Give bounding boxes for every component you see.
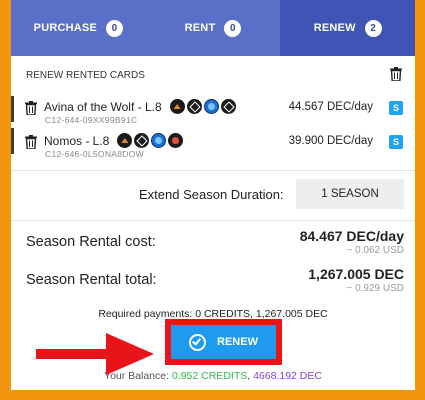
tab-rent-count: 0 — [224, 19, 242, 37]
orange-mark-icon — [117, 133, 133, 148]
card-name: Nomos - L.8 — [44, 133, 185, 148]
tab-renew-label: RENEW — [313, 22, 356, 34]
check-circle-icon — [189, 333, 207, 351]
fire-icon — [168, 133, 184, 148]
card-row: Avina of the Wolf - L.8 C12-644-09XX99B9… — [25, 99, 405, 127]
tab-purchase-label: PURCHASE — [33, 22, 97, 34]
divider — [11, 170, 415, 171]
water-icon — [151, 133, 167, 148]
card-row: Nomos - L.8 C12-646-0L5ONA8DOW 39.900 DE… — [25, 133, 405, 161]
renew-highlight-box: RENEW — [165, 319, 282, 365]
tab-rent-label: RENT — [184, 22, 216, 34]
card-id: C12-644-09XX99B91C — [45, 115, 138, 125]
rental-cost-label: Season Rental cost: — [26, 234, 156, 250]
tab-bar: PURCHASE 0 RENT 0 RENEW 2 — [11, 0, 415, 56]
remove-card-trash-icon[interactable] — [25, 101, 37, 115]
clear-all-trash-icon[interactable] — [390, 67, 402, 81]
card-name-label: Avina of the Wolf - L.8 — [44, 99, 162, 114]
rental-total-label: Season Rental total: — [26, 272, 157, 288]
section-title: RENEW RENTED CARDS — [26, 70, 145, 81]
card-price: 44.567 DEC/day — [288, 101, 373, 113]
extend-season-label: Extend Season Duration: — [139, 187, 284, 202]
water-icon — [203, 99, 219, 114]
card-row-accent — [11, 128, 14, 154]
card-id: C12-646-0L5ONA8DOW — [45, 149, 144, 159]
tab-rent[interactable]: RENT 0 — [146, 0, 281, 56]
rental-total-value: 1,267.005 DEC — [308, 266, 404, 282]
card-name-label: Nomos - L.8 — [44, 133, 110, 148]
renew-button-label: RENEW — [217, 336, 258, 348]
card-row-accent — [11, 96, 14, 122]
balance-dec: 4668.192 DEC — [253, 370, 322, 382]
diamond-icon — [134, 133, 150, 148]
card-name: Avina of the Wolf - L.8 — [44, 99, 238, 114]
rental-cost-usd: ~ 0.062 USD — [346, 245, 404, 256]
star-icon — [220, 99, 236, 114]
balance-credits: 0.952 CREDITS — [171, 370, 248, 382]
orange-mark-icon — [169, 99, 185, 114]
card-badge[interactable]: S — [389, 101, 403, 115]
tab-purchase[interactable]: PURCHASE 0 — [11, 0, 146, 56]
card-badge[interactable]: S — [389, 135, 403, 149]
renew-button[interactable]: RENEW — [171, 325, 276, 359]
red-arrow-icon — [36, 333, 154, 375]
diamond-icon — [186, 99, 202, 114]
tab-renew-count: 2 — [364, 19, 382, 37]
tab-renew[interactable]: RENEW 2 — [280, 0, 415, 56]
season-duration-select[interactable]: 1 SEASON — [296, 179, 404, 209]
remove-card-trash-icon[interactable] — [25, 135, 37, 149]
tab-purchase-count: 0 — [106, 19, 123, 37]
rental-total-usd: ~ 0.929 USD — [346, 283, 404, 294]
divider — [11, 220, 415, 221]
rental-cost-value: 84.467 DEC/day — [299, 228, 404, 244]
card-price: 39.900 DEC/day — [288, 135, 373, 147]
